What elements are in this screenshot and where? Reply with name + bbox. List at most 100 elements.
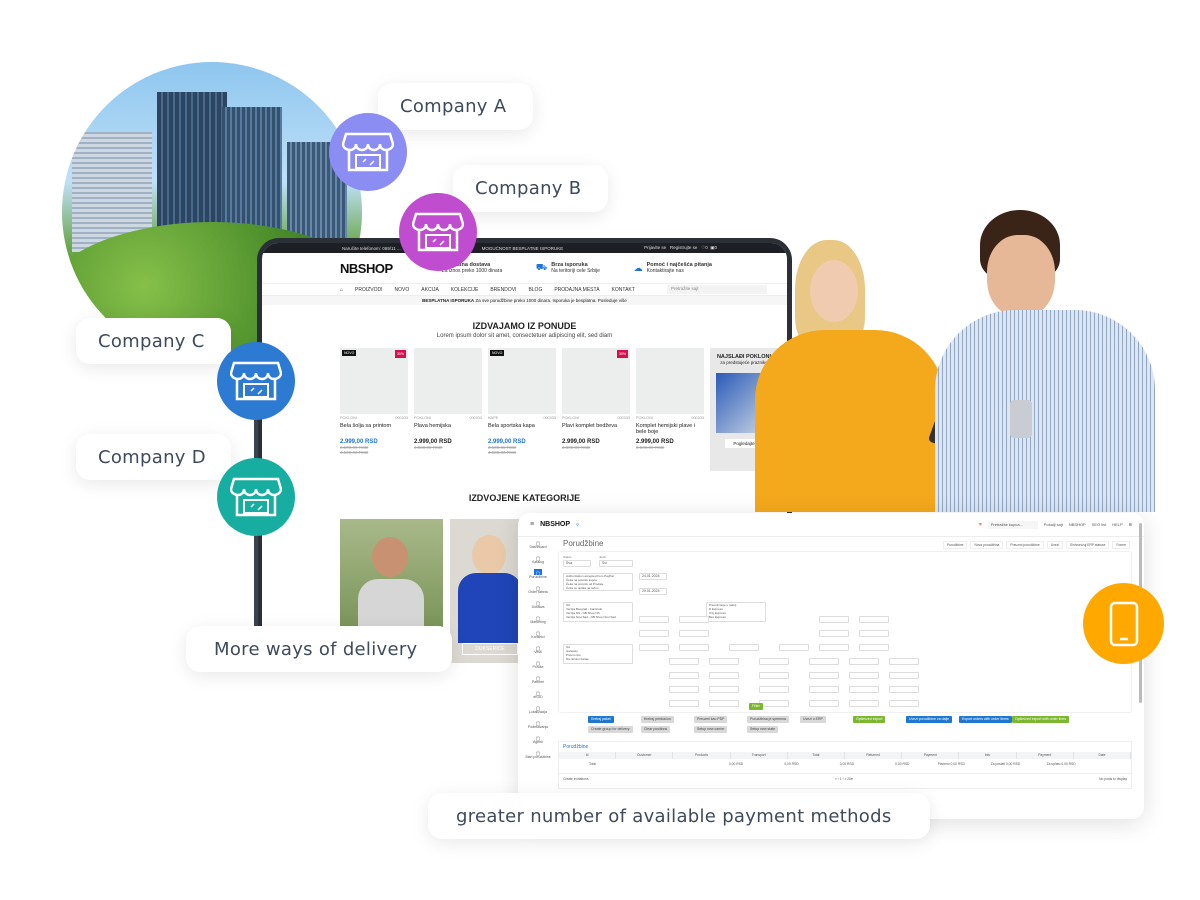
login-link[interactable]: Prijavite se xyxy=(644,245,666,250)
sidebar-item[interactable]: ▢ Podešavanja xyxy=(518,717,558,732)
filter-field[interactable] xyxy=(679,630,709,637)
sidebar-item[interactable]: ▢ eKDD xyxy=(518,687,558,702)
bulk-action-button[interactable]: Setup new carrier xyxy=(694,726,728,733)
filter-field[interactable] xyxy=(759,686,789,693)
bulk-action-button[interactable]: Setup new state xyxy=(747,726,779,733)
bulk-action-button[interactable]: Optimized export xyxy=(853,716,886,723)
sidebar-item[interactable]: ▢ Korisnici xyxy=(518,627,558,642)
admin-logo[interactable]: NBSHOP xyxy=(540,521,570,528)
nav-item[interactable]: KONTAKT xyxy=(612,287,635,293)
filter-field[interactable] xyxy=(809,686,839,693)
column-header[interactable]: Id xyxy=(559,752,617,759)
bulk-action-button[interactable]: Kreiraj paket xyxy=(588,716,614,723)
filter-field[interactable] xyxy=(669,658,699,665)
sidebar-item[interactable]: ▢ Marketing xyxy=(518,612,558,627)
top-button[interactable]: SEO list xyxy=(1092,522,1106,527)
filter-field[interactable] xyxy=(639,644,669,651)
filter-field[interactable] xyxy=(639,630,669,637)
column-header[interactable]: Returned xyxy=(845,752,903,759)
column-header[interactable]: Products xyxy=(673,752,731,759)
apps-grid-icon[interactable]: ⊞ xyxy=(1129,522,1132,527)
filter-field[interactable] xyxy=(669,672,699,679)
status-select[interactable]: Sva xyxy=(563,560,591,567)
nav-item[interactable]: KOLEKCIJE xyxy=(451,287,479,293)
sidebar-item[interactable]: ▢ Stari porudžbine xyxy=(518,747,558,762)
nav-item[interactable]: AKCIJA xyxy=(421,287,439,293)
action-button[interactable]: Preuzmi porudžbine xyxy=(1006,541,1044,549)
filter-field[interactable] xyxy=(679,644,709,651)
filter-field[interactable] xyxy=(669,686,699,693)
type-list[interactable]: Svi Gateway Pravno lice Na računu banke xyxy=(563,644,633,664)
payment-list[interactable]: Svi Verzija Beograd - Kantinski Verzija NS… xyxy=(563,602,633,622)
filter-field[interactable] xyxy=(849,658,879,665)
column-header[interactable]: Payment xyxy=(1017,752,1074,759)
filter-field[interactable] xyxy=(679,616,709,623)
product-card[interactable]: POKLONI 000333 Plava hemijska 2.999,00 RS… xyxy=(414,348,482,471)
filter-field[interactable] xyxy=(709,700,739,707)
top-button[interactable]: HELP xyxy=(1112,522,1122,527)
action-button[interactable]: Sinhronizuj ERP statuse xyxy=(1065,541,1110,549)
bulk-action-button[interactable]: Kreiraj predračun xyxy=(641,716,674,723)
cart-count[interactable]: 0 xyxy=(714,245,717,250)
create-invitations-link[interactable]: Create invitations xyxy=(563,777,588,781)
column-header[interactable]: Date xyxy=(1074,752,1132,759)
bulk-action-button[interactable]: Porudžbina je spremna xyxy=(747,716,789,723)
filter-field[interactable] xyxy=(859,644,889,651)
filter-button[interactable]: Filter xyxy=(749,703,763,710)
filter-field[interactable] xyxy=(889,686,919,693)
column-header[interactable]: Total xyxy=(788,752,846,759)
top-button[interactable]: Pošalji sajt xyxy=(1044,522,1063,527)
filter-field[interactable] xyxy=(849,700,879,707)
sidebar-item[interactable]: ▢ Dashboard xyxy=(518,537,558,552)
bulk-action-button[interactable]: Export orders with order items xyxy=(959,716,1012,723)
column-header[interactable]: Payment xyxy=(902,752,960,759)
product-name[interactable]: Bela sportska kapa xyxy=(488,423,556,439)
shop-search-input[interactable]: Pretražite sajt xyxy=(667,285,767,294)
status-list[interactable]: Authorization accepted from PayPal Čeka n… xyxy=(563,573,633,591)
sidebar-item[interactable]: ▢ Agenti xyxy=(518,732,558,747)
product-name[interactable]: Bela šolja sa printom xyxy=(340,423,408,439)
filter-field[interactable] xyxy=(889,658,919,665)
filter-field[interactable] xyxy=(859,616,889,623)
filter-field[interactable] xyxy=(759,700,789,707)
bulk-action-button[interactable]: Clear positions xyxy=(641,726,671,733)
product-image[interactable] xyxy=(636,348,704,414)
register-link[interactable]: Registrujte se xyxy=(670,245,698,250)
top-button[interactable]: NBSHOP xyxy=(1069,522,1086,527)
filter-field[interactable] xyxy=(709,658,739,665)
filter-field[interactable] xyxy=(849,686,879,693)
nav-item[interactable]: PRODAJNA MESTA xyxy=(554,287,599,293)
action-button[interactable]: Porudžbine xyxy=(942,541,968,549)
filter-field[interactable] xyxy=(709,686,739,693)
product-image[interactable]: 30% xyxy=(562,348,630,414)
filter-field[interactable] xyxy=(819,644,849,651)
product-name[interactable]: Komplet hemijski plave i bele boje xyxy=(636,423,704,439)
filter-field[interactable] xyxy=(809,700,839,707)
filter-field[interactable] xyxy=(669,700,699,707)
nav-item[interactable]: BRENDOVI xyxy=(490,287,516,293)
menu-icon[interactable]: ≡ xyxy=(530,521,534,528)
product-card[interactable]: NOVO 30% POKLONI 000333 Bela šolja sa prin… xyxy=(340,348,408,471)
sidebar-item[interactable]: ▢ Lokalizacija xyxy=(518,702,558,717)
sidebar-item[interactable]: ▢ Katalog xyxy=(518,552,558,567)
language-select[interactable]: Svi xyxy=(599,560,633,567)
column-header[interactable]: Transport xyxy=(731,752,788,759)
product-image[interactable]: NOVO 30% xyxy=(340,348,408,414)
filter-field[interactable] xyxy=(809,658,839,665)
sidebar-item[interactable]: ▢ Partneri xyxy=(518,672,558,687)
bulk-action-button[interactable]: Uvezi u ERP xyxy=(800,716,826,723)
product-card[interactable]: 30% POKLONI 000333 Plavi komplet bedževa … xyxy=(562,348,630,471)
sidebar-item[interactable]: ▢ Dostava xyxy=(518,597,558,612)
sidebar-item[interactable]: ▢ Porudžbine xyxy=(518,567,558,582)
nav-item[interactable]: NOVO xyxy=(395,287,410,293)
column-header[interactable]: Info xyxy=(959,752,1017,759)
filter-field[interactable] xyxy=(819,616,849,623)
bulk-action-button[interactable]: Preuzmi kao PDF xyxy=(694,716,728,723)
product-image[interactable]: NOVO xyxy=(488,348,556,414)
filter-field[interactable] xyxy=(709,672,739,679)
action-button[interactable]: Nova porudžbina xyxy=(970,541,1004,549)
column-header[interactable]: Customer xyxy=(616,752,674,759)
nav-item[interactable]: BLOG xyxy=(528,287,542,293)
filter-field[interactable] xyxy=(889,672,919,679)
sidebar-item[interactable]: ▢ Order tabela xyxy=(518,582,558,597)
